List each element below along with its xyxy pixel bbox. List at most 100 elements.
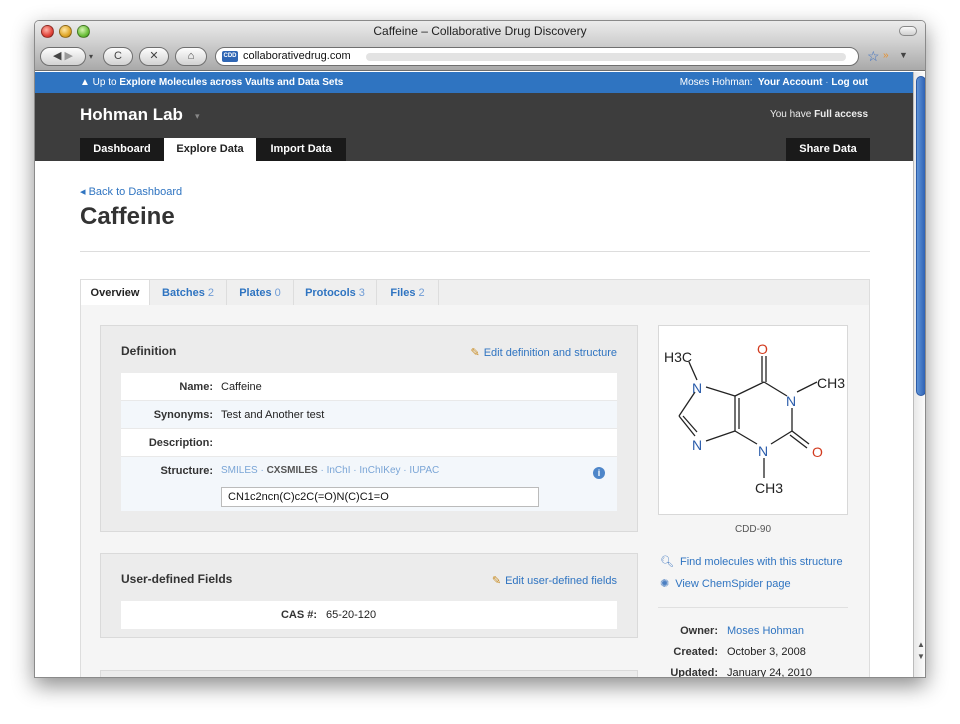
owner-label: Owner: (680, 625, 718, 637)
up-link[interactable]: ▲ Up to Explore Molecules across Vaults … (80, 72, 343, 93)
tab-label: Plates (239, 287, 272, 299)
access-level: Full access (814, 109, 868, 120)
browser-toolbar: ◀ ▶ ▾ C ✕ ⌂ CDD collaborativedrug.com ☆ … (35, 43, 925, 71)
molecule-tabs: Overview Batches 2 Plates 0 Protocols 3 Fil… (80, 279, 870, 306)
current-user: Moses Hohman: (679, 77, 753, 88)
tab-plates[interactable]: Plates 0 (227, 280, 294, 306)
zoom-window-icon[interactable] (77, 25, 90, 38)
chevron-down-icon[interactable]: ▼ (899, 50, 908, 60)
tab-files[interactable]: Files 2 (377, 280, 439, 306)
share-data-button[interactable]: Share Data (786, 138, 870, 161)
n1-label: N (786, 393, 796, 409)
tab-label: Protocols (305, 287, 356, 299)
explore-molecules-link[interactable]: Explore Molecules across Vaults and Data… (119, 77, 343, 88)
chemspider-icon: ✺ (660, 578, 670, 590)
tab-label: Overview (90, 287, 140, 299)
synonyms-label: Synonyms: (153, 409, 213, 421)
format-inchi-link[interactable]: InChI (327, 465, 351, 476)
divider (80, 251, 870, 252)
chemspider-link[interactable]: ✺ View ChemSpider page (660, 577, 791, 590)
oxygen-top-label: O (757, 341, 768, 357)
scrollbar-thumb[interactable] (916, 76, 925, 396)
app-header: Hohman Lab ▾ You have Full access Dashbo… (35, 93, 913, 161)
structure-image: H3C O CH3 N N N N O CH3 (658, 325, 848, 515)
structure-caption: CDD-90 (734, 524, 772, 535)
n3-label: N (758, 443, 768, 459)
home-icon: ⌂ (187, 50, 195, 62)
scroll-up-icon[interactable]: ▲ (917, 640, 925, 649)
browser-window: Caffeine – Collaborative Drug Discovery … (34, 20, 926, 678)
methyl-bottom-label: CH3 (755, 480, 783, 496)
name-value: Caffeine (221, 381, 262, 393)
chemspider-label: View ChemSpider page (675, 578, 791, 590)
pencil-icon: ✎ (470, 347, 480, 359)
table-row: CAS #: 65-20-120 (121, 601, 617, 629)
definition-heading: Definition (121, 344, 177, 358)
vertical-scrollbar[interactable]: ▲ ▼ (913, 72, 925, 677)
find-molecules-link[interactable]: 🔍︎ Find molecules with this structure (660, 555, 843, 568)
global-nav-bar: ▲ Up to Explore Molecules across Vaults … (35, 72, 913, 93)
info-icon[interactable]: i (593, 467, 605, 479)
user-fields-panel: User-defined Fields ✎ Edit user-defined f… (100, 553, 638, 638)
forward-icon[interactable]: ▶ (65, 50, 73, 62)
updated-row: Updated: January 24, 2010 (660, 667, 850, 678)
tab-dashboard[interactable]: Dashboard (80, 138, 164, 161)
home-button[interactable]: ⌂ (175, 47, 207, 66)
logout-link[interactable]: Log out (831, 77, 868, 88)
tab-label: Batches (162, 287, 205, 299)
reload-button[interactable]: C (103, 47, 133, 66)
url-path-blurred (366, 53, 846, 61)
format-smiles-link[interactable]: SMILES (221, 465, 258, 476)
methyl-right-label: CH3 (817, 375, 845, 391)
your-account-link[interactable]: Your Account (758, 77, 822, 88)
tab-count: 2 (207, 287, 214, 299)
format-iupac-link[interactable]: IUPAC (409, 465, 439, 476)
pencil-icon: ✎ (491, 575, 502, 587)
star-icon[interactable]: ☆ (867, 48, 880, 65)
tab-import-data[interactable]: Import Data (256, 138, 346, 161)
tab-count: 3 (358, 287, 365, 299)
n9-label: N (692, 437, 702, 453)
minimize-window-icon[interactable] (59, 25, 72, 38)
description-label: Description: (148, 437, 213, 449)
back-forward-group[interactable]: ◀ ▶ (40, 47, 86, 66)
address-bar[interactable]: CDD collaborativedrug.com (215, 47, 859, 66)
smiles-field[interactable]: CN1c2ncn(C)c2C(=O)N(C)C1=O (221, 487, 539, 507)
format-cxsmiles-selected[interactable]: CXSMILES (267, 465, 318, 476)
tab-protocols[interactable]: Protocols 3 (294, 280, 377, 306)
site-favicon-icon: CDD (222, 51, 238, 62)
rss-icon[interactable]: » (883, 50, 889, 61)
stop-button[interactable]: ✕ (139, 47, 169, 66)
close-window-icon[interactable] (41, 25, 54, 38)
tab-batches[interactable]: Batches 2 (150, 280, 227, 306)
user-fields-heading: User-defined Fields (121, 572, 233, 586)
lab-name[interactable]: Hohman Lab (80, 105, 183, 125)
tab-count: 0 (274, 287, 281, 299)
table-row: Structure: SMILES · CXSMILES · InChI · I… (121, 457, 617, 511)
page-title: Caffeine (80, 203, 175, 230)
access-prefix: You have (769, 109, 812, 120)
edit-user-fields-link[interactable]: ✎ Edit user-defined fields (492, 574, 617, 587)
structure-label: Structure: (160, 465, 213, 477)
tab-overview[interactable]: Overview (80, 280, 150, 306)
find-molecules-label: Find molecules with this structure (679, 556, 843, 568)
history-dropdown-icon[interactable]: ▾ (89, 52, 93, 61)
updated-value: January 24, 2010 (727, 667, 813, 678)
scroll-down-icon[interactable]: ▼ (917, 652, 925, 661)
chevron-down-icon[interactable]: ▾ (195, 111, 200, 122)
back-icon[interactable]: ◀ (53, 50, 61, 62)
title-bar: Caffeine – Collaborative Drug Discovery (35, 21, 925, 43)
account-links: Moses Hohman: Your Account · Log out (680, 72, 868, 93)
definition-panel: Definition ✎ Edit definition and structur… (100, 325, 638, 532)
structure-format-switcher: SMILES · CXSMILES · InChI · InChIKey · I… (221, 465, 440, 476)
toolbar-toggle-button[interactable] (899, 26, 917, 36)
created-value: October 3, 2008 (727, 646, 806, 658)
back-to-dashboard-link[interactable]: ◂ Back to Dashboard (80, 185, 182, 198)
tab-explore-data[interactable]: Explore Data (164, 138, 256, 161)
separator: · (825, 77, 829, 88)
owner-link[interactable]: Moses Hohman (727, 625, 804, 637)
window-controls (41, 25, 90, 38)
format-inchikey-link[interactable]: InChIKey (359, 465, 400, 476)
table-row: Description: (121, 429, 617, 457)
edit-definition-link[interactable]: ✎ Edit definition and structure (470, 346, 617, 359)
